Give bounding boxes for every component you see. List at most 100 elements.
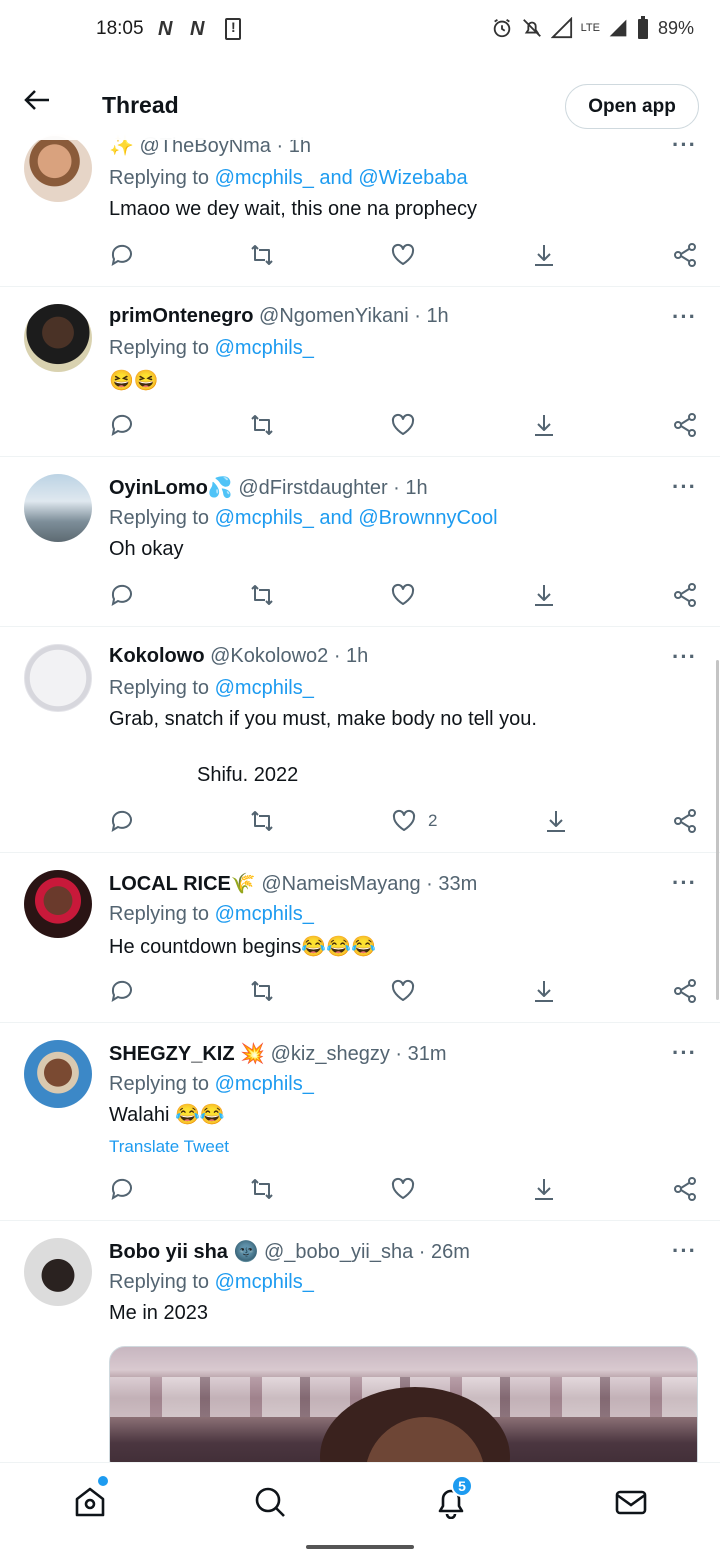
tweet-time[interactable]: 1h [426,305,448,327]
reply-icon[interactable] [108,1175,136,1203]
avatar[interactable] [24,870,92,938]
notifications-badge: 5 [451,1475,473,1497]
like-icon[interactable] [389,977,417,1005]
replying-to: Replying to @mcphils_ and @Wizebaba [109,167,468,189]
status-right: LTE 89% [491,16,694,40]
like-icon[interactable] [389,241,417,269]
user-handle[interactable]: @NameisMayang [261,873,420,895]
search-icon[interactable] [253,1485,287,1519]
replying-to-link[interactable]: @mcphils_ [215,903,314,925]
scrollbar[interactable] [716,660,719,1000]
tweet-time[interactable]: 1h [405,477,427,499]
user-name[interactable]: primOntenegro [109,305,253,327]
user-handle[interactable]: @kiz_shegzy [271,1043,390,1065]
translate-tweet-link[interactable]: Translate Tweet [109,1137,229,1157]
user-name[interactable]: SHEGZY_KIZ 💥 [109,1043,265,1065]
retweet-icon[interactable] [248,411,276,439]
reply-icon[interactable] [108,807,136,835]
notification-n-icon: N [190,18,205,40]
more-options-icon[interactable]: ··· [672,304,697,330]
back-arrow-icon[interactable] [22,88,52,112]
download-icon[interactable] [530,241,558,269]
home-indicator[interactable] [306,1545,414,1549]
retweet-icon[interactable] [248,581,276,609]
tweet-text: 😆😆 [109,370,159,392]
share-icon[interactable] [671,977,699,1005]
replying-to: Replying to @mcphils_ [109,1271,314,1293]
network-type: LTE [580,21,600,34]
more-options-icon[interactable]: ··· [672,1238,697,1264]
tweet-time[interactable]: 31m [408,1043,447,1065]
retweet-icon[interactable] [248,1175,276,1203]
retweet-icon[interactable] [248,977,276,1005]
replying-to-link[interactable]: @mcphils_ and @Wizebaba [215,167,468,189]
open-app-button[interactable]: Open app [565,84,699,129]
replying-to-link[interactable]: @mcphils_ and @BrownnyCool [215,507,498,529]
replying-to-link[interactable]: @mcphils_ [215,1271,314,1293]
tweet-text: He countdown begins😂😂😂 [109,936,377,958]
battery-percent: 89% [657,17,694,38]
tweet-media-image[interactable] [109,1346,698,1476]
download-icon[interactable] [530,1175,558,1203]
notification-n-icon: N [158,18,173,40]
avatar[interactable] [24,1040,92,1108]
more-options-icon[interactable]: ··· [672,644,697,670]
download-icon[interactable] [530,411,558,439]
reply-icon[interactable] [108,977,136,1005]
tweet-time[interactable]: 33m [438,873,477,895]
like-icon[interactable] [389,411,417,439]
replying-to: Replying to @mcphils_ [109,903,314,925]
mute-icon [522,19,541,37]
tweet-time[interactable]: 1h [346,645,368,667]
reply-icon[interactable] [108,241,136,269]
tweet-header: SHEGZY_KIZ 💥 @kiz_shegzy · 31m [109,1043,447,1065]
share-icon[interactable] [671,581,699,609]
like-icon[interactable] [390,807,418,835]
tweet-time[interactable]: 26m [431,1241,470,1263]
share-icon[interactable] [671,807,699,835]
tweet-header: Bobo yii sha 🌚 @_bobo_yii_sha · 26m [109,1241,470,1263]
user-name[interactable]: Kokolowo [109,645,205,667]
like-icon[interactable] [389,1175,417,1203]
sim-alert-icon [225,18,241,40]
replying-to-link[interactable]: @mcphils_ [215,677,314,699]
download-icon[interactable] [530,977,558,1005]
replying-to-link[interactable]: @mcphils_ [215,1073,314,1095]
user-name[interactable]: Bobo yii sha 🌚 [109,1241,258,1263]
status-time: 18:05 [96,18,144,39]
user-handle[interactable]: @_bobo_yii_sha [264,1241,413,1263]
user-name[interactable]: OyinLomo💦 [109,477,233,499]
avatar[interactable] [24,134,92,202]
more-options-icon[interactable]: ··· [672,1040,697,1066]
share-icon[interactable] [671,241,699,269]
messages-icon[interactable] [614,1485,648,1519]
user-handle[interactable]: @Kokolowo2 [210,645,328,667]
reply-icon[interactable] [108,581,136,609]
home-icon[interactable] [73,1485,107,1519]
download-icon[interactable] [542,807,570,835]
reply-icon[interactable] [108,411,136,439]
tweet-header: LOCAL RICE🌾 @NameisMayang · 33m [109,873,478,895]
user-handle[interactable]: @NgomenYikani [259,305,409,327]
avatar[interactable] [24,474,92,542]
tweet-text-line-2: Shifu. 2022 [197,764,299,786]
user-name[interactable]: LOCAL RICE🌾 [109,873,256,895]
like-count[interactable]: 2 [428,811,437,831]
share-icon[interactable] [671,1175,699,1203]
replying-to: Replying to @mcphils_ [109,1073,314,1095]
like-icon[interactable] [389,581,417,609]
download-icon[interactable] [530,581,558,609]
avatar[interactable] [24,304,92,372]
share-icon[interactable] [671,411,699,439]
user-handle[interactable]: @dFirstdaughter [238,477,387,499]
tweet-text: Me in 2023 [109,1302,208,1324]
replying-to-link[interactable]: @mcphils_ [215,337,314,359]
home-unread-dot [98,1476,108,1486]
avatar[interactable] [24,644,92,712]
page-title: Thread [102,92,179,118]
retweet-icon[interactable] [248,241,276,269]
retweet-icon[interactable] [248,807,276,835]
avatar[interactable] [24,1238,92,1306]
more-options-icon[interactable]: ··· [672,474,697,500]
more-options-icon[interactable]: ··· [672,870,697,896]
